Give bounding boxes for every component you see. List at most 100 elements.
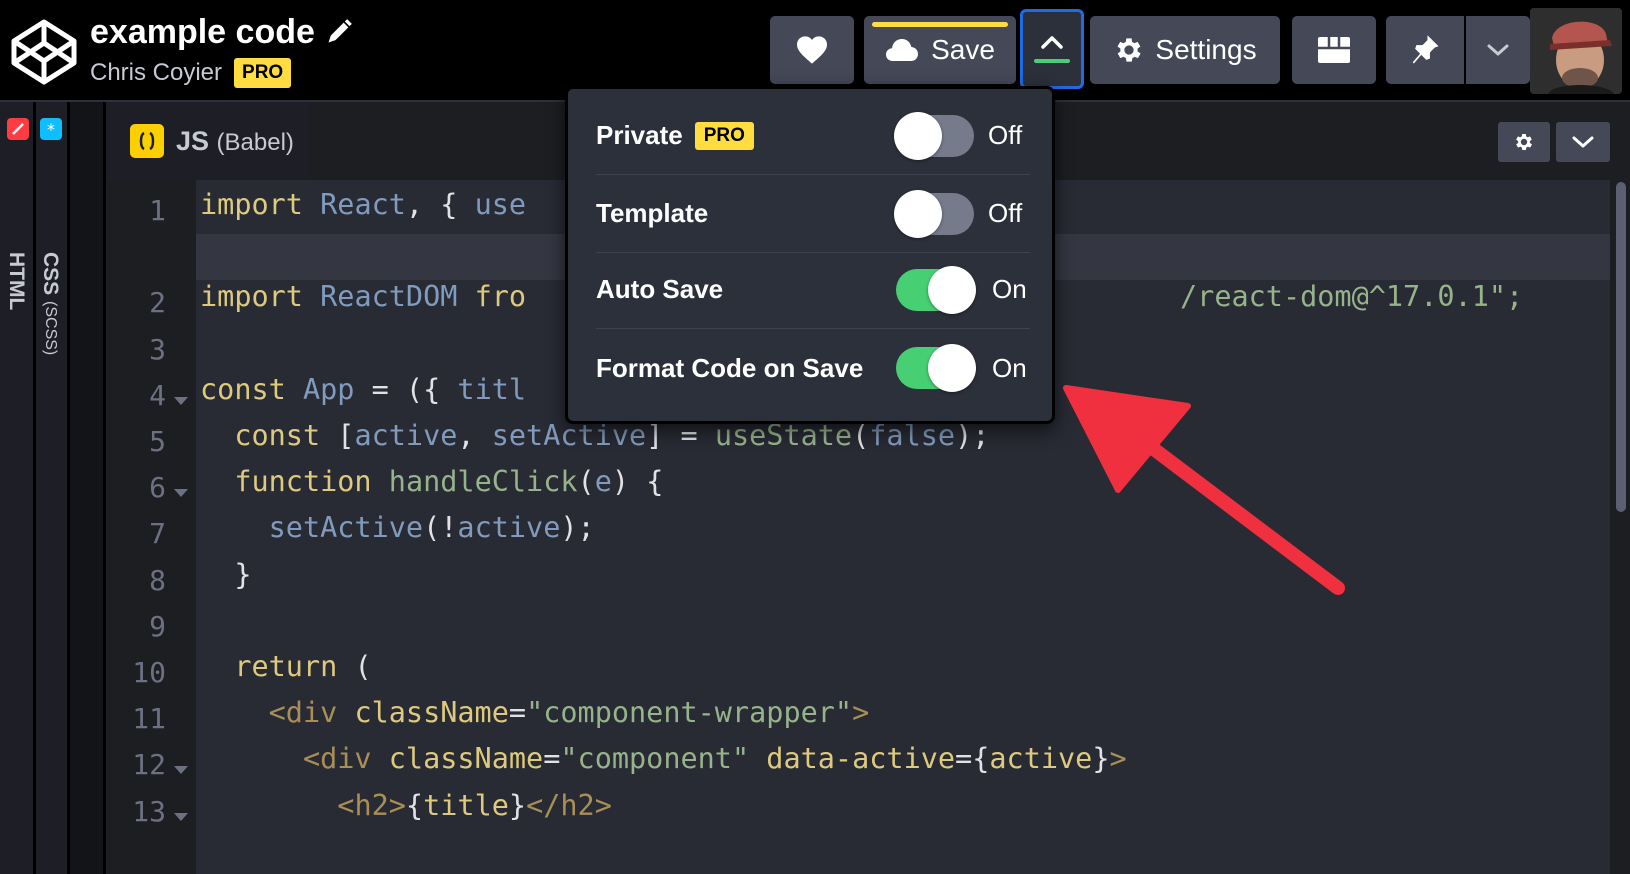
- code-token: "component": [560, 742, 750, 776]
- code-token: <div: [268, 696, 338, 730]
- code-line[interactable]: return (: [200, 650, 371, 683]
- user-avatar-image: [1530, 8, 1622, 94]
- css-editor-label: CSS (SCSS): [38, 252, 62, 355]
- html-editor-label: HTML: [5, 252, 28, 311]
- toggle-state-label: Off: [988, 120, 1023, 150]
- js-settings-button[interactable]: [1498, 122, 1550, 162]
- js-options-button[interactable]: [1556, 122, 1610, 162]
- love-button[interactable]: [770, 16, 854, 84]
- code-line[interactable]: <div className="component" data-active={…: [200, 742, 1127, 775]
- toggle-knob: [928, 344, 976, 392]
- chevron-down-icon: [1572, 136, 1594, 148]
- code-token: (!: [423, 511, 458, 545]
- code-token: }: [508, 788, 527, 822]
- html-editor-collapsed[interactable]: HTML: [0, 102, 36, 874]
- toggle-switch[interactable]: [896, 344, 976, 392]
- css-editor-collapsed[interactable]: * CSS (SCSS): [36, 102, 70, 874]
- code-line[interactable]: function handleClick(e) {: [200, 465, 663, 498]
- pencil-icon[interactable]: [325, 18, 353, 46]
- editor-scrollbar-thumb[interactable]: [1616, 182, 1626, 512]
- line-number: 8: [149, 563, 166, 597]
- dropdown-item-text: Private: [596, 120, 683, 150]
- fold-toggle-icon[interactable]: [174, 489, 188, 498]
- js-editor-tab[interactable]: JS (Babel): [106, 102, 310, 180]
- line-number: 1: [149, 194, 166, 227]
- dropdown-item-template[interactable]: Template Off: [596, 175, 1030, 253]
- code-token: >: [852, 696, 870, 730]
- line-number: 2: [149, 286, 166, 320]
- code-token: <div: [302, 742, 372, 776]
- line-number: 4: [149, 378, 166, 412]
- save-options-toggle[interactable]: [1020, 9, 1084, 89]
- editor-divider[interactable]: [70, 102, 106, 874]
- code-token: import: [200, 188, 303, 221]
- dropdown-item-label: Auto Save: [596, 274, 723, 305]
- code-line[interactable]: const App = ({ titl: [200, 373, 526, 406]
- pin-button[interactable]: [1386, 16, 1464, 84]
- line-number: 12: [132, 748, 166, 782]
- js-editor-title: JS (Babel): [176, 126, 294, 157]
- fold-toggle-icon[interactable]: [174, 396, 188, 405]
- dropdown-item-auto-save[interactable]: Auto Save On: [596, 251, 1030, 329]
- code-token: data-active: [766, 742, 956, 776]
- code-token: =: [508, 696, 527, 730]
- code-line[interactable]: import ReactDOM fro: [200, 280, 526, 313]
- js-icon: [130, 124, 164, 158]
- code-token: );: [560, 511, 595, 545]
- code-line[interactable]: setActive(!active);: [200, 511, 595, 544]
- code-token: ={: [955, 742, 990, 776]
- code-line[interactable]: import React, { use: [200, 188, 526, 221]
- code-token: title: [423, 788, 509, 822]
- code-token: e: [594, 465, 612, 499]
- pen-title[interactable]: example code: [90, 10, 353, 54]
- code-line[interactable]: <div className="component-wrapper">: [200, 696, 870, 730]
- code-token: ReactDOM: [320, 280, 458, 314]
- dropdown-item-text: Template: [596, 198, 709, 228]
- js-preprocessor-label: (Babel): [216, 128, 294, 156]
- code-token: = ({: [354, 372, 458, 406]
- line-number: 13: [132, 794, 166, 828]
- pen-title-text[interactable]: example code: [90, 13, 315, 52]
- toggle-switch[interactable]: [896, 265, 976, 314]
- code-token: <h2>: [337, 788, 406, 822]
- save-button[interactable]: Save: [864, 16, 1016, 84]
- code-line-tail[interactable]: /react-dom@^17.0.1";: [1180, 280, 1523, 313]
- code-line[interactable]: }: [200, 558, 251, 591]
- avatar[interactable]: [1530, 8, 1622, 94]
- code-token: active: [989, 742, 1093, 776]
- codepen-logo-icon[interactable]: [10, 18, 78, 86]
- author-name[interactable]: Chris Coyier: [90, 59, 222, 87]
- settings-button[interactable]: Settings: [1090, 16, 1280, 84]
- change-view-button[interactable]: [1292, 16, 1376, 84]
- code-token: [: [320, 419, 355, 452]
- red-arrow-annotation: [1063, 385, 1345, 595]
- line-number: 3: [149, 332, 166, 366]
- toggle-switch[interactable]: [894, 189, 974, 238]
- toggle-state-label: On: [992, 352, 1027, 383]
- save-options-dropdown: Private PRO Off Template Off Auto Save On Forma…: [565, 86, 1055, 424]
- code-line[interactable]: <h2>{title}</h2>: [200, 789, 612, 822]
- toggle-switch[interactable]: [894, 111, 974, 160]
- fold-toggle-icon[interactable]: [174, 812, 188, 821]
- code-token: handleClick: [388, 465, 578, 499]
- chevron-up-icon: [1041, 36, 1063, 49]
- toggle-state-label: Off: [988, 198, 1023, 228]
- toggle-knob: [894, 189, 942, 238]
- line-number: 7: [149, 517, 166, 551]
- layout-icon: [1318, 37, 1350, 63]
- code-token: React: [320, 188, 406, 221]
- dropdown-item-private[interactable]: Private PRO Off: [596, 97, 1030, 175]
- code-token: }: [200, 557, 252, 591]
- more-options-button[interactable]: [1466, 16, 1530, 84]
- fold-toggle-icon[interactable]: [174, 766, 188, 775]
- code-token: App: [302, 372, 355, 406]
- dropdown-item-format-code-on-save[interactable]: Format Code on Save On: [596, 329, 1030, 407]
